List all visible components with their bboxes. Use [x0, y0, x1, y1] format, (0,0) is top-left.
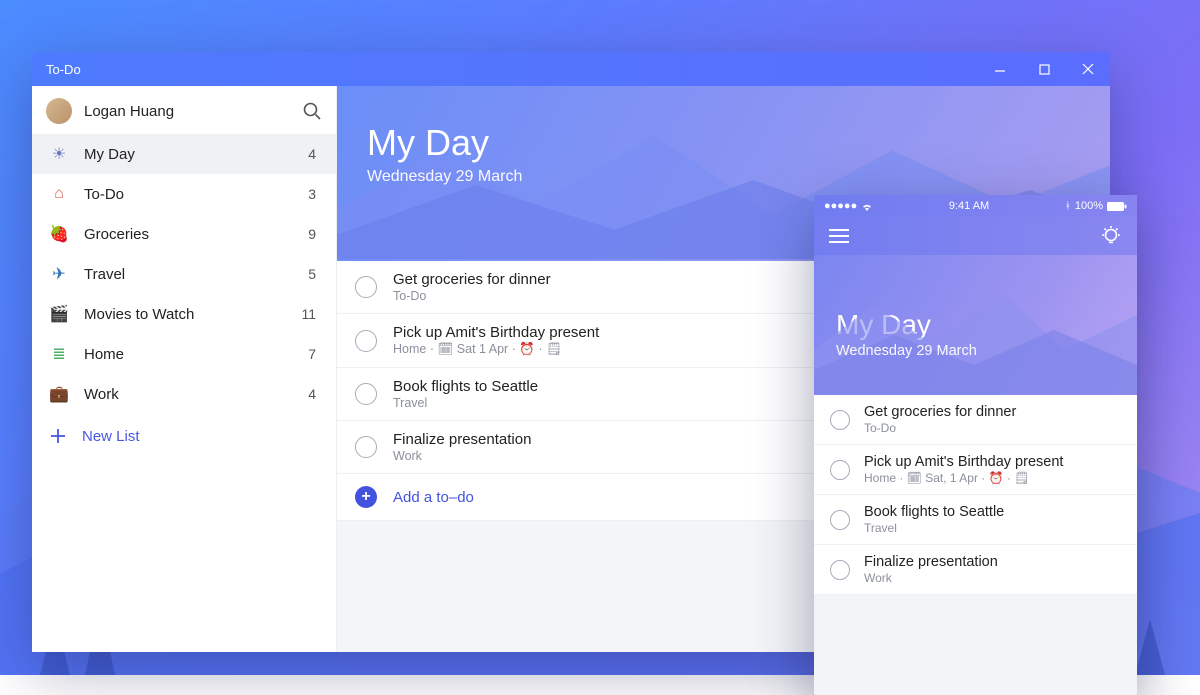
- mobile-statusbar: ●●●●● 9:41 AM ᚼ 100%: [814, 195, 1137, 217]
- sidebar-item-to-do[interactable]: ⌂ To-Do 3: [32, 174, 336, 214]
- plus-icon: +: [355, 486, 377, 508]
- profile-row[interactable]: Logan Huang: [32, 86, 336, 134]
- avatar: [46, 98, 72, 124]
- task-title: Finalize presentation: [864, 554, 998, 570]
- wifi-icon: [861, 202, 873, 211]
- task-meta: Travel: [864, 521, 1004, 535]
- task-title: Finalize presentation: [393, 431, 531, 448]
- sidebar-item-travel[interactable]: ✈ Travel 5: [32, 254, 336, 294]
- task-row[interactable]: Get groceries for dinnerTo-Do: [814, 395, 1137, 445]
- sidebar-item-label: To-Do: [84, 186, 294, 203]
- sidebar-item-count: 4: [308, 146, 320, 162]
- sidebar-item-label: Home: [84, 346, 294, 363]
- sidebar-item-count: 3: [308, 186, 320, 202]
- bluetooth-icon: ᚼ: [1065, 201, 1071, 212]
- sidebar-item-label: Movies to Watch: [84, 306, 287, 323]
- task-meta: Home · 🗓 Sat 1 Apr · ⏰ · 🗒: [393, 342, 599, 357]
- sidebar-item-label: My Day: [84, 146, 294, 163]
- suggestions-icon[interactable]: [1099, 224, 1123, 248]
- sidebar-item-count: 5: [308, 266, 320, 282]
- task-title: Get groceries for dinner: [864, 404, 1016, 420]
- task-checkbox[interactable]: [830, 560, 850, 580]
- plus-icon: [48, 426, 68, 446]
- briefcase-icon: 💼: [48, 383, 70, 405]
- sidebar-item-groceries[interactable]: 🍓 Groceries 9: [32, 214, 336, 254]
- search-icon[interactable]: [302, 101, 322, 121]
- sidebar-item-movies-to-watch[interactable]: 🎬 Movies to Watch 11: [32, 294, 336, 334]
- task-checkbox[interactable]: [355, 276, 377, 298]
- clapboard-icon: 🎬: [48, 303, 70, 325]
- task-checkbox[interactable]: [830, 410, 850, 430]
- sidebar-item-count: 7: [308, 346, 320, 362]
- task-title: Pick up Amit's Birthday present: [393, 324, 599, 341]
- mobile-hero: My Day Wednesday 29 March: [814, 255, 1137, 395]
- task-title: Book flights to Seattle: [864, 504, 1004, 520]
- battery-icon: [1107, 202, 1127, 211]
- user-name: Logan Huang: [84, 103, 290, 120]
- sidebar-item-label: Work: [84, 386, 294, 403]
- signal-icon: ●●●●●: [824, 200, 857, 212]
- page-title: My Day: [367, 122, 1110, 164]
- hamburger-icon[interactable]: [828, 228, 850, 244]
- minimize-button[interactable]: [978, 52, 1022, 86]
- task-title: Pick up Amit's Birthday present: [864, 454, 1063, 470]
- new-list-label: New List: [82, 428, 140, 445]
- task-checkbox[interactable]: [830, 510, 850, 530]
- sidebar-item-home[interactable]: ≣ Home 7: [32, 334, 336, 374]
- sidebar-item-count: 4: [308, 386, 320, 402]
- close-button[interactable]: [1066, 52, 1110, 86]
- app-title: To-Do: [46, 62, 81, 77]
- sidebar-item-label: Groceries: [84, 226, 294, 243]
- sidebar-item-work[interactable]: 💼 Work 4: [32, 374, 336, 414]
- maximize-button[interactable]: [1022, 52, 1066, 86]
- task-checkbox[interactable]: [830, 460, 850, 480]
- task-row[interactable]: Pick up Amit's Birthday presentHome · 🗓 …: [814, 445, 1137, 495]
- page-date: Wednesday 29 March: [367, 168, 1110, 186]
- titlebar[interactable]: To-Do: [32, 52, 1110, 86]
- mobile-title: My Day: [836, 309, 1137, 341]
- task-meta: To-Do: [393, 289, 551, 303]
- task-checkbox[interactable]: [355, 436, 377, 458]
- mobile-header: [814, 217, 1137, 255]
- add-task-label: Add a to–do: [393, 489, 474, 506]
- mobile-date: Wednesday 29 March: [836, 343, 1137, 359]
- task-checkbox[interactable]: [355, 383, 377, 405]
- plane-icon: ✈: [48, 263, 70, 285]
- mobile-preview: ●●●●● 9:41 AM ᚼ 100% My Day Wednesday 29…: [814, 195, 1137, 695]
- sidebar: Logan Huang ☀ My Day 4 ⌂ To-Do 3 🍓 Groceries 9 ✈ T…: [32, 86, 337, 652]
- task-title: Book flights to Seattle: [393, 378, 538, 395]
- sidebar-item-label: Travel: [84, 266, 294, 283]
- task-row[interactable]: Book flights to SeattleTravel: [814, 495, 1137, 545]
- new-list-button[interactable]: New List: [32, 414, 336, 458]
- mobile-blank-area: [814, 595, 1137, 695]
- mobile-battery: 100%: [1075, 200, 1103, 212]
- home-icon: ⌂: [48, 183, 70, 205]
- task-title: Get groceries for dinner: [393, 271, 551, 288]
- task-meta: Home · 🗓 Sat, 1 Apr · ⏰ · 🗒: [864, 471, 1063, 485]
- task-meta: Travel: [393, 396, 538, 410]
- task-row[interactable]: Finalize presentationWork: [814, 545, 1137, 595]
- strawberry-icon: 🍓: [48, 223, 70, 245]
- task-meta: To-Do: [864, 421, 1016, 435]
- sun-icon: ☀: [48, 143, 70, 165]
- mobile-time: 9:41 AM: [949, 200, 989, 212]
- sidebar-item-my-day[interactable]: ☀ My Day 4: [32, 134, 336, 174]
- mobile-task-list: Get groceries for dinnerTo-DoPick up Ami…: [814, 395, 1137, 595]
- task-checkbox[interactable]: [355, 330, 377, 352]
- list-icon: ≣: [48, 343, 70, 365]
- sidebar-item-count: 11: [301, 306, 320, 322]
- task-meta: Work: [393, 449, 531, 463]
- sidebar-item-count: 9: [308, 226, 320, 242]
- task-meta: Work: [864, 571, 998, 585]
